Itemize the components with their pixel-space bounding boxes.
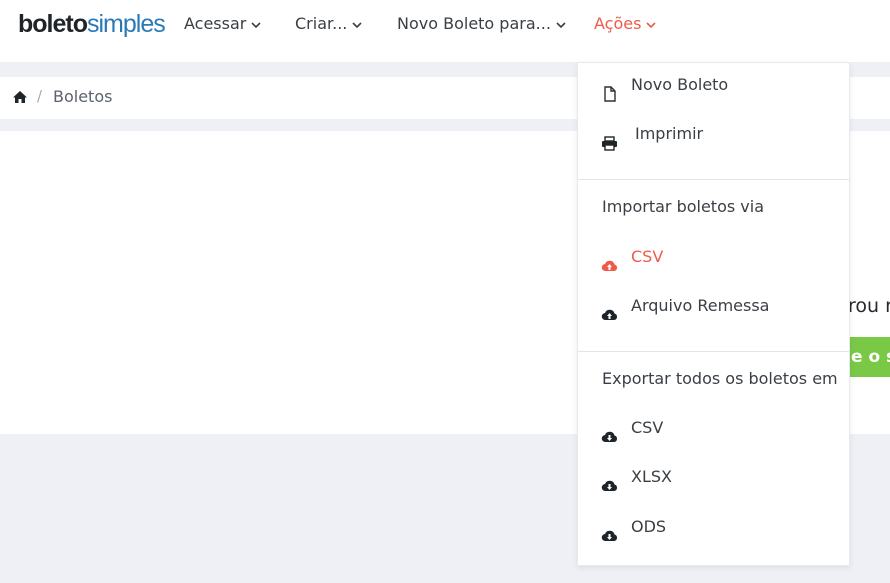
brand-logo-part2: simples — [87, 10, 166, 38]
menu-item-export-ods[interactable]: ODS — [578, 507, 849, 547]
chevron-down-icon — [251, 21, 261, 29]
nav-acessar[interactable]: Acessar — [184, 14, 261, 34]
print-icon — [601, 126, 618, 151]
menu-item-novo-boleto[interactable]: Novo Boleto — [578, 65, 849, 105]
acoes-dropdown-menu: Novo Boleto Imprimir Importar boletos vi… — [577, 62, 850, 566]
nav-novo-boleto-para-label: Novo Boleto para... — [397, 14, 551, 33]
cloud-upload-icon — [601, 298, 618, 321]
green-action-button[interactable]: e o s — [850, 337, 890, 377]
menu-item-import-csv[interactable]: CSV — [578, 237, 849, 277]
cloud-download-icon — [601, 519, 618, 542]
menu-divider — [578, 179, 849, 180]
menu-item-import-csv-label: CSV — [631, 247, 664, 266]
menu-divider — [578, 351, 849, 352]
menu-item-export-csv-label: CSV — [631, 418, 664, 437]
nav-criar[interactable]: Criar... — [295, 14, 362, 34]
file-icon — [601, 77, 618, 102]
nav-acoes[interactable]: Ações — [594, 14, 657, 34]
cloud-upload-icon — [601, 249, 618, 272]
home-icon[interactable] — [12, 89, 28, 105]
top-navbar: boletosimples Acessar Criar... Novo Bole… — [0, 0, 890, 62]
nav-acessar-label: Acessar — [184, 14, 247, 33]
chevron-down-icon — [556, 21, 566, 29]
import-section-header: Importar boletos via — [602, 197, 765, 216]
cloud-download-icon — [601, 420, 618, 443]
brand-logo-part1: boleto — [18, 10, 88, 38]
menu-item-novo-boleto-label: Novo Boleto — [631, 75, 729, 94]
menu-item-imprimir-label: Imprimir — [635, 124, 704, 143]
brand-logo[interactable]: boletosimples — [18, 9, 166, 39]
menu-item-imprimir[interactable]: Imprimir — [578, 114, 849, 154]
nav-acoes-label: Ações — [594, 14, 642, 33]
chevron-down-icon — [352, 21, 362, 29]
nav-novo-boleto-para[interactable]: Novo Boleto para... — [397, 14, 566, 34]
cloud-download-icon — [601, 469, 618, 492]
menu-item-export-xlsx[interactable]: XLSX — [578, 457, 849, 497]
chevron-down-icon — [646, 21, 657, 29]
menu-item-export-csv[interactable]: CSV — [578, 408, 849, 448]
menu-item-import-remessa[interactable]: Arquivo Remessa — [578, 286, 849, 326]
export-section-header: Exportar todos os boletos em — [602, 369, 838, 388]
breadcrumb-current: Boletos — [53, 87, 113, 106]
breadcrumb-separator: / — [37, 87, 43, 105]
menu-item-export-xlsx-label: XLSX — [631, 467, 672, 486]
menu-item-export-ods-label: ODS — [631, 517, 667, 536]
nav-criar-label: Criar... — [295, 14, 348, 33]
partial-message-text: rou n — [848, 295, 890, 317]
menu-item-import-remessa-label: Arquivo Remessa — [631, 296, 770, 315]
